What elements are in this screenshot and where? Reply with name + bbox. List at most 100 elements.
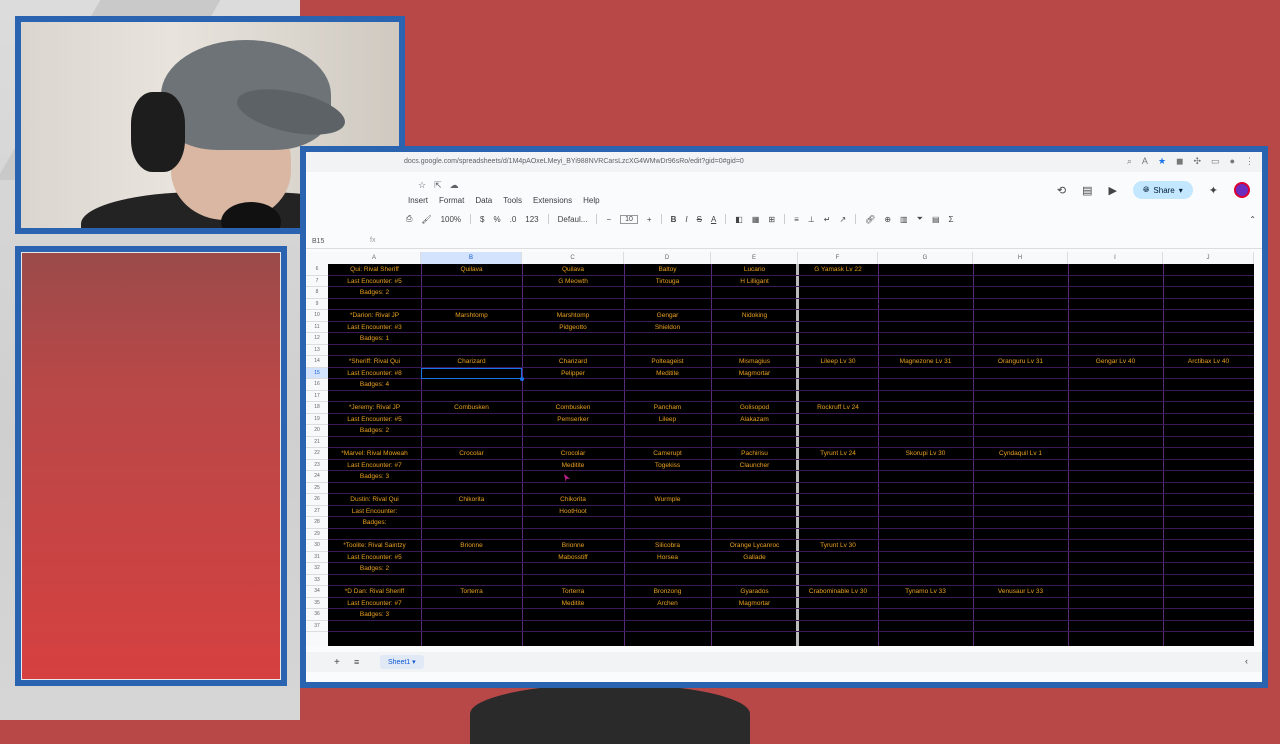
row-number[interactable]: 20 [306,425,328,437]
name-box[interactable]: B15 [312,238,324,245]
row-number[interactable]: 18 [306,402,328,414]
table-cell[interactable]: Meditite [522,598,624,610]
table-cell[interactable]: *Toolite: Rival Saintzy [328,540,421,552]
table-cell[interactable]: Badges: 2 [328,425,421,437]
column-header-a[interactable]: A [328,252,421,264]
row-number[interactable]: 16 [306,379,328,391]
font-size-input[interactable]: 10 [620,214,638,224]
row-number[interactable]: 32 [306,563,328,575]
table-cell[interactable]: Bronzong [624,586,711,598]
table-cell[interactable]: Tirtouga [624,276,711,288]
table-cell[interactable]: Clauncher [711,460,798,472]
table-cell[interactable]: Brionne [421,540,522,552]
table-cell[interactable]: Brionne [522,540,624,552]
percent-button[interactable]: % [493,215,500,224]
table-cell[interactable]: G Meowth [522,276,624,288]
star-icon[interactable]: ☆ [418,180,426,191]
menu-tools[interactable]: Tools [503,196,522,205]
menu-data[interactable]: Data [475,196,492,205]
spreadsheet-grid[interactable]: ABCDEFGHIJ 6 7 8 9 10 11 12 13 14 15 16 17 18 19 20 21 2… [306,252,1254,646]
table-cell[interactable]: Torterra [522,586,624,598]
sheets-scroll-icon[interactable]: ‹ [1245,656,1248,666]
table-cell[interactable]: Tyrunt Lv 30 [798,540,878,552]
table-cell[interactable]: Cyndaquil Lv 1 [973,448,1068,460]
table-cell[interactable]: Pachirisu [711,448,798,460]
table-cell[interactable]: Badges: 2 [328,287,421,299]
font-select[interactable]: Defaul... [558,215,588,224]
comments-icon[interactable]: ▤ [1082,184,1092,197]
column-header-j[interactable]: J [1163,252,1254,264]
table-cell[interactable]: Quilava [522,264,624,276]
table-cell[interactable]: Last Encounter: #5 [328,552,421,564]
table-cell[interactable]: *Marvel: Rival Moweah [328,448,421,460]
table-cell[interactable]: Charizard [421,356,522,368]
table-cell[interactable]: Magnezone Lv 31 [878,356,973,368]
table-cell[interactable]: Crabominable Lv 30 [798,586,878,598]
row-number[interactable]: 8 [306,287,328,299]
table-cell[interactable]: Dustin: Rival Qui [328,494,421,506]
fill-handle[interactable] [520,377,524,381]
row-number[interactable]: 37 [306,621,328,632]
table-cell[interactable]: Badges: 3 [328,471,421,483]
profile-icon[interactable]: ● [1230,156,1235,167]
strikethrough-button[interactable]: S [697,215,702,224]
table-cell[interactable]: Badges: 1 [328,333,421,345]
table-cell[interactable]: Polteageist [624,356,711,368]
row-number[interactable]: 27 [306,506,328,517]
font-size-decrease-button[interactable]: − [606,215,611,224]
extension-icon[interactable]: ◼ [1176,156,1183,167]
table-cell[interactable]: Horsea [624,552,711,564]
row-number[interactable]: 35 [306,598,328,609]
table-cell[interactable]: Pancham [624,402,711,414]
table-cell[interactable]: Skorupi Lv 30 [878,448,973,460]
row-number[interactable]: 19 [306,414,328,425]
table-cell[interactable]: Oranguru Lv 31 [973,356,1068,368]
column-header-i[interactable]: I [1068,252,1163,264]
table-cell[interactable]: Nidoking [711,310,798,322]
table-cell[interactable]: Last Encounter: #5 [328,276,421,288]
column-header-f[interactable]: F [798,252,878,264]
filter-icon[interactable]: ⏷ [917,214,923,224]
row-number[interactable]: 24 [306,471,328,483]
table-cell[interactable]: Last Encounter: [328,506,421,518]
table-cell[interactable]: Badges: 4 [328,379,421,391]
table-cell[interactable]: Mismagius [711,356,798,368]
text-color-button[interactable]: A [711,215,716,224]
column-header-b[interactable]: B [421,252,522,264]
merge-cells-icon[interactable]: ⊞ [768,215,775,224]
fill-color-icon[interactable]: ◧ [735,215,743,224]
selected-cell-outline[interactable] [421,367,522,379]
table-cell[interactable]: Crocolar [421,448,522,460]
print-icon[interactable]: ⎙ [406,214,412,224]
avatar[interactable] [1234,182,1250,198]
meet-icon[interactable]: ▶ [1109,184,1117,197]
row-number[interactable]: 11 [306,322,328,333]
table-cell[interactable]: Crocolar [522,448,624,460]
share-button[interactable]: 🌐︎ Share ▾ [1133,181,1193,199]
table-cell[interactable]: Archen [624,598,711,610]
url-text[interactable]: docs.google.com/spreadsheets/d/1M4pAOxeL… [404,158,744,165]
table-cell[interactable]: Pelipper [522,368,624,380]
column-header-h[interactable]: H [973,252,1068,264]
table-cell[interactable]: Marshtomp [421,310,522,322]
table-cell[interactable]: Mabosstiff [522,552,624,564]
all-sheets-icon[interactable]: ≡ [354,657,359,667]
cell-area[interactable]: Qui: Rival Sheriff Quilava Quilava Baltoy Lu… [328,264,1254,646]
table-cell[interactable]: Baltoy [624,264,711,276]
column-header-c[interactable]: C [522,252,624,264]
row-number[interactable]: 9 [306,299,328,310]
text-rotate-icon[interactable]: ↗ [839,215,846,224]
table-cell[interactable]: G Yamask Lv 22 [798,264,878,276]
font-size-increase-button[interactable]: + [647,215,652,224]
horizontal-align-icon[interactable]: ≡ [794,215,799,224]
menu-dots-icon[interactable]: ⋮ [1245,156,1254,167]
row-number[interactable]: 13 [306,345,328,356]
table-cell[interactable]: Orange Lycanroc [711,540,798,552]
bold-button[interactable]: B [671,215,677,224]
table-cell[interactable]: Lileep [624,414,711,426]
row-number[interactable]: 34 [306,586,328,598]
table-cell[interactable]: Shieldon [624,322,711,334]
table-cell[interactable]: Lucario [711,264,798,276]
table-cell[interactable]: Last Encounter: #3 [328,322,421,334]
table-cell[interactable]: Badges: [328,517,421,529]
